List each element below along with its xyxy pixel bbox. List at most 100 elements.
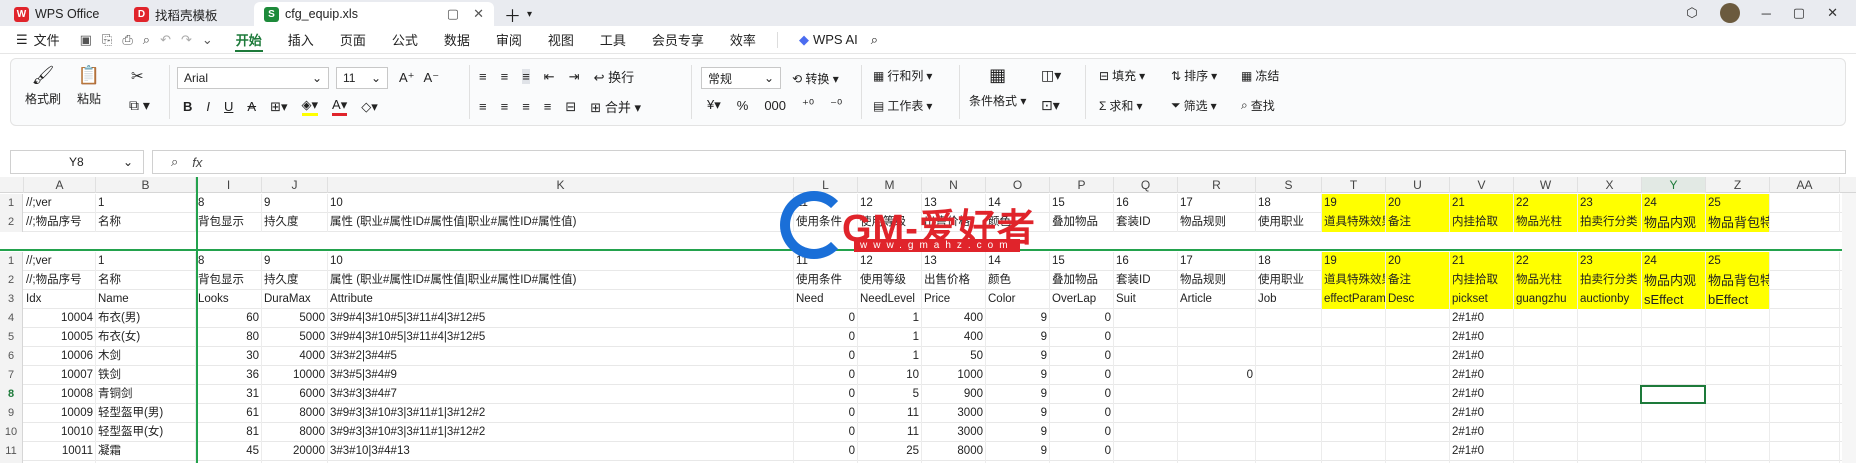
column-header-y[interactable]: Y (1642, 177, 1706, 193)
menu-formula[interactable]: 公式 (379, 26, 431, 54)
cell-x1[interactable]: 23 (1578, 252, 1642, 271)
cell-u4[interactable] (1386, 309, 1450, 328)
cell-o4[interactable]: 9 (986, 309, 1050, 328)
cell-q5[interactable] (1114, 328, 1178, 347)
cell-s5[interactable] (1256, 328, 1322, 347)
cell-b7[interactable]: 铁剑 (96, 366, 196, 385)
cell-q7[interactable] (1114, 366, 1178, 385)
cell-aa9[interactable] (1770, 404, 1840, 423)
border-style-icon[interactable]: ⊡▾ (1041, 97, 1060, 114)
indent-decrease-icon[interactable]: ⇤ (544, 69, 555, 85)
cell-z3[interactable]: bEffect (1706, 290, 1770, 309)
cell-t5[interactable] (1322, 328, 1386, 347)
cell-r9[interactable] (1178, 404, 1256, 423)
cut-icon[interactable]: ✂ (131, 67, 144, 85)
cell-o3[interactable]: Color (986, 290, 1050, 309)
cell-z4[interactable] (1706, 309, 1770, 328)
cell-w9[interactable] (1514, 404, 1578, 423)
cell-a7[interactable]: 10007 (24, 366, 96, 385)
bold-icon[interactable]: B (183, 99, 192, 114)
cell-u5[interactable] (1386, 328, 1450, 347)
cell-x7[interactable] (1578, 366, 1642, 385)
spreadsheet-grid[interactable]: A B I J K L M N O P Q R S T U V W X Y Z AA 1//;ver 1 8 9 10 11 12 1… (0, 177, 1856, 463)
column-header-a[interactable]: A (24, 177, 96, 193)
cell-i4[interactable]: 60 (196, 309, 262, 328)
cell-x3[interactable]: auctionby (1578, 290, 1642, 309)
cell-u8[interactable] (1386, 385, 1450, 404)
worksheet-button[interactable]: ▤ 工作表 ▾ (873, 97, 932, 114)
fx-icon[interactable]: fx (192, 155, 202, 170)
cell-q11[interactable] (1114, 442, 1178, 461)
cell-t1[interactable]: 19 (1322, 194, 1386, 213)
column-header-v[interactable]: V (1450, 177, 1514, 193)
cell-j2[interactable]: 持久度 (262, 271, 328, 290)
cell-s2[interactable]: 使用职业 (1256, 213, 1322, 232)
cell-v1[interactable]: 21 (1450, 194, 1514, 213)
font-name-select[interactable]: Arial ⌄ (177, 67, 329, 89)
cond-format-button[interactable]: ▦ 条件格式 ▾ (969, 65, 1026, 109)
cell-p6[interactable]: 0 (1050, 347, 1114, 366)
cell-z11[interactable] (1706, 442, 1770, 461)
cell-z8[interactable] (1706, 385, 1770, 404)
cell-w4[interactable] (1514, 309, 1578, 328)
format-painter-button[interactable]: 🖌 格式刷 (25, 65, 61, 107)
cell-t3[interactable]: effectParams (1322, 290, 1386, 309)
menu-insert[interactable]: 插入 (275, 26, 327, 54)
search-icon[interactable]: ⌕ (871, 32, 878, 48)
cell-i9[interactable]: 61 (196, 404, 262, 423)
cell-j8[interactable]: 6000 (262, 385, 328, 404)
cell-o6[interactable]: 9 (986, 347, 1050, 366)
cell-j6[interactable]: 4000 (262, 347, 328, 366)
cell-n3[interactable]: Price (922, 290, 986, 309)
cell-j4[interactable]: 5000 (262, 309, 328, 328)
cell-y1[interactable]: 24 (1642, 194, 1706, 213)
cell-v3[interactable]: pickset (1450, 290, 1514, 309)
cell-q9[interactable] (1114, 404, 1178, 423)
cell-m10[interactable]: 11 (858, 423, 922, 442)
hamburger-icon[interactable]: ☰ (16, 32, 28, 48)
tab-template[interactable]: D 找稻壳模板 (124, 2, 254, 26)
cell-u6[interactable] (1386, 347, 1450, 366)
cell-s11[interactable] (1256, 442, 1322, 461)
cell-k8[interactable]: 3#3#3|3#4#7 (328, 385, 794, 404)
cell-v4[interactable]: 2#1#0 (1450, 309, 1514, 328)
cell-p5[interactable]: 0 (1050, 328, 1114, 347)
cell-x8[interactable] (1578, 385, 1642, 404)
align-right-icon[interactable]: ≡ (522, 99, 530, 114)
cell-t9[interactable] (1322, 404, 1386, 423)
cell-l2[interactable]: 使用条件 (794, 271, 858, 290)
cell-s9[interactable] (1256, 404, 1322, 423)
cell-r2[interactable]: 物品规则 (1178, 271, 1256, 290)
maximize-icon[interactable]: ▢ (1793, 5, 1805, 21)
menu-efficiency[interactable]: 效率 (717, 26, 769, 54)
cell-b1[interactable]: 1 (96, 252, 196, 271)
clear-format-icon[interactable]: ◇▾ (361, 99, 378, 115)
cell-q4[interactable] (1114, 309, 1178, 328)
cell-j11[interactable]: 20000 (262, 442, 328, 461)
row-number[interactable]: 4 (0, 309, 23, 328)
justify-icon[interactable]: ≡ (544, 99, 552, 114)
cell-a5[interactable]: 10005 (24, 328, 96, 347)
cell-i11[interactable]: 45 (196, 442, 262, 461)
cell-z10[interactable] (1706, 423, 1770, 442)
cell-y11[interactable] (1642, 442, 1706, 461)
cell-k11[interactable]: 3#3#10|3#4#13 (328, 442, 794, 461)
column-header-r[interactable]: R (1178, 177, 1256, 193)
cell-u1[interactable]: 20 (1386, 252, 1450, 271)
menu-review[interactable]: 审阅 (483, 26, 535, 54)
menu-member[interactable]: 会员专享 (639, 26, 717, 54)
box-icon[interactable]: ⬡ (1686, 5, 1697, 21)
cell-o5[interactable]: 9 (986, 328, 1050, 347)
row-number[interactable]: 2 (0, 213, 23, 232)
row-number[interactable]: 1 (0, 194, 23, 213)
row-number[interactable]: 10 (0, 423, 23, 442)
select-all-corner[interactable] (0, 177, 24, 193)
cell-t8[interactable] (1322, 385, 1386, 404)
cell-a9[interactable]: 10009 (24, 404, 96, 423)
cell-n4[interactable]: 400 (922, 309, 986, 328)
cell-n11[interactable]: 8000 (922, 442, 986, 461)
cell-o9[interactable]: 9 (986, 404, 1050, 423)
increase-decimal-icon[interactable]: ⁺⁰ (802, 97, 814, 113)
new-tab-button[interactable]: ＋ ▾ (494, 2, 542, 26)
cell-j10[interactable]: 8000 (262, 423, 328, 442)
